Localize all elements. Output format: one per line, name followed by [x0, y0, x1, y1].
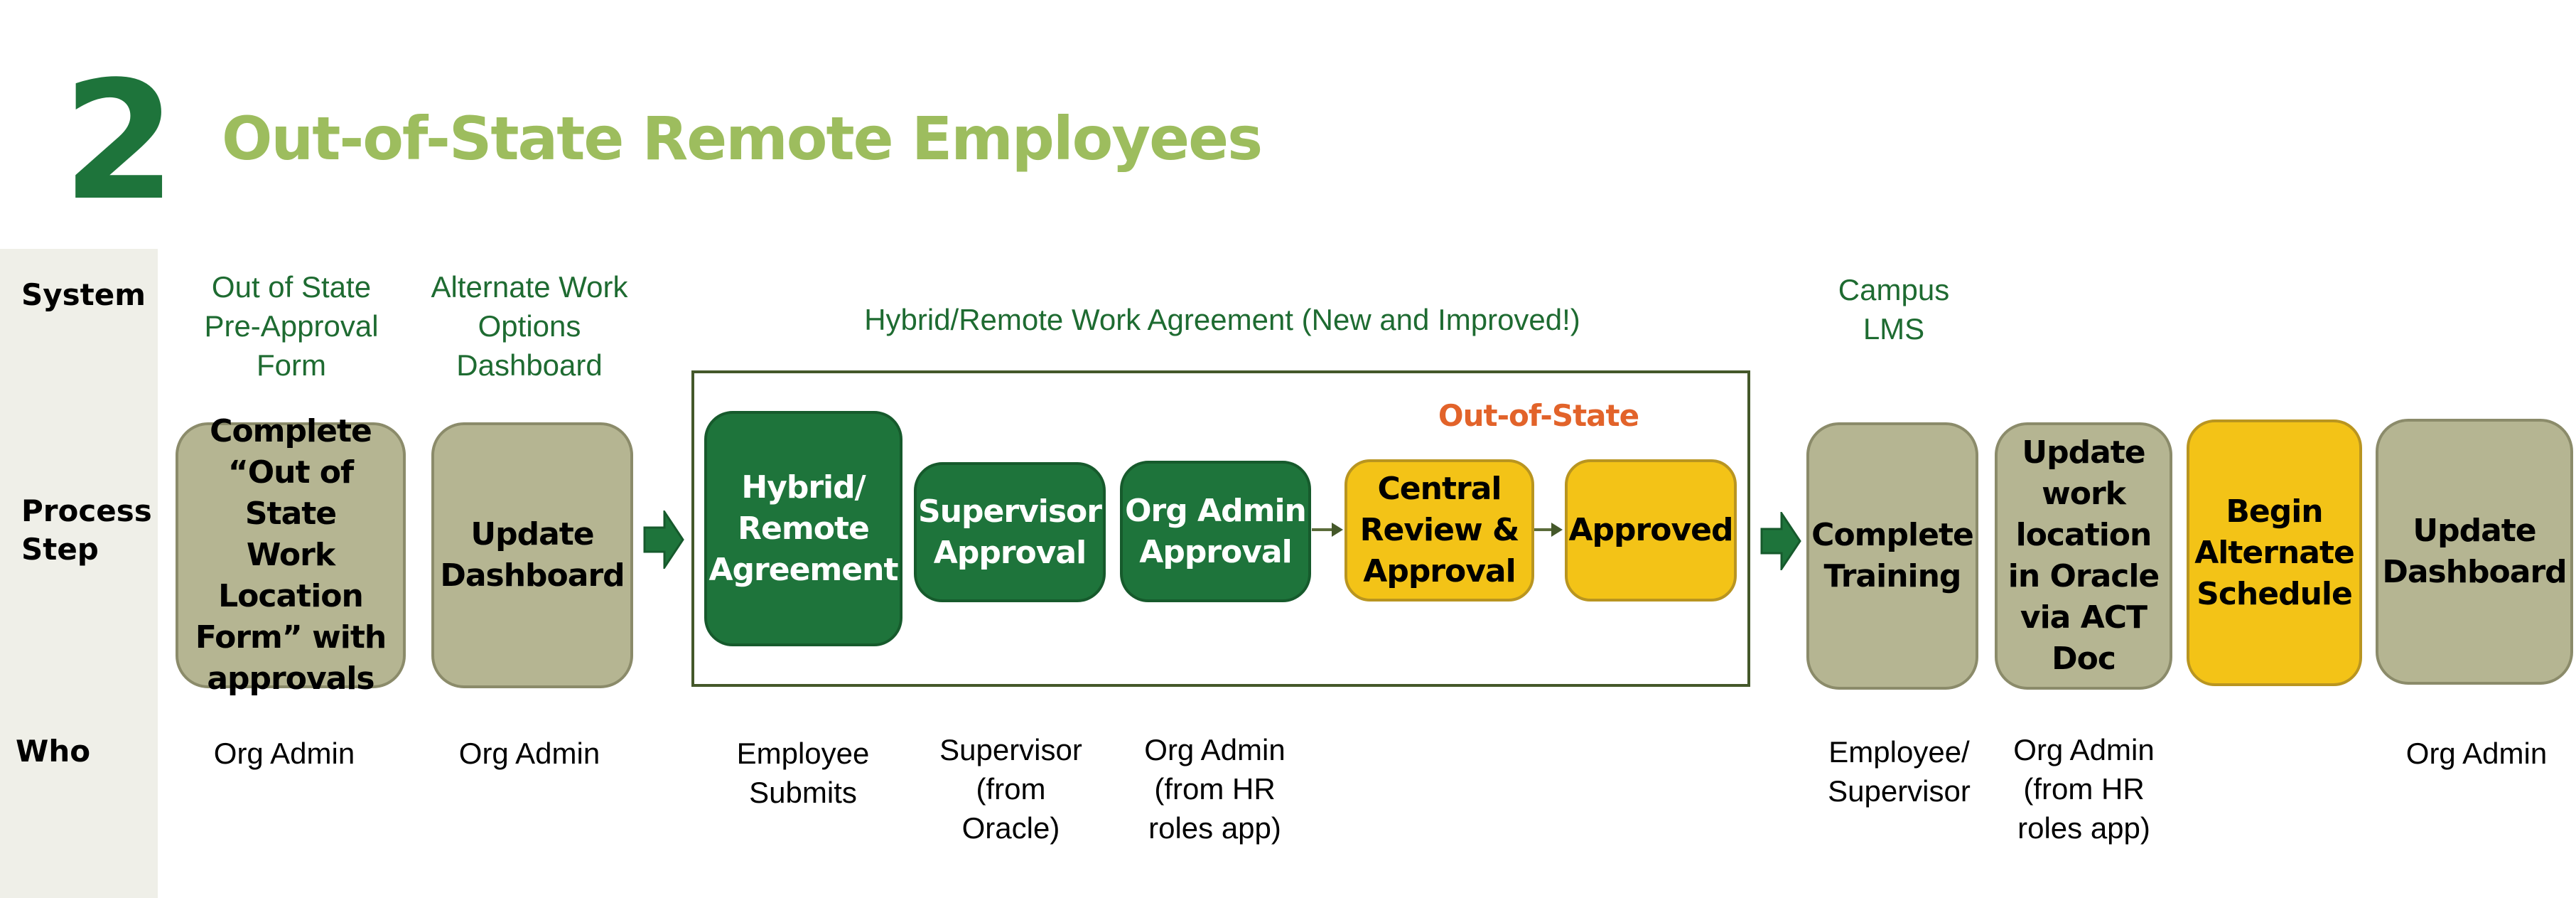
page-title: Out-of-State Remote Employees	[222, 104, 1263, 173]
step-complete-oos-form[interactable]: Complete “Out of State Work Location For…	[176, 413, 406, 697]
who-complete-training: Employee/ Supervisor	[1828, 735, 1971, 808]
who-update-dashboard-2: Org Admin	[2405, 737, 2548, 770]
who-step-2: Org Admin	[458, 737, 600, 770]
who-org-admin-approval: Org Admin (from HR roles app)	[1144, 733, 1286, 845]
step-update-dashboard-2[interactable]: Update Dashboard	[2376, 419, 2573, 685]
row-label-who: Who	[16, 734, 91, 769]
step-approved[interactable]: Approved	[1565, 459, 1737, 602]
who-update-work-location: Org Admin (from HR roles app)	[2013, 733, 2155, 845]
arrow-right-icon	[1534, 523, 1563, 537]
step-central-review-approval[interactable]: Central Review & Approval	[1344, 459, 1534, 602]
row-label-column	[0, 249, 158, 898]
who-supervisor-approval: Supervisor (from Oracle)	[939, 733, 1082, 845]
row-label-process-step: Process Step	[21, 493, 152, 567]
system-awo-dashboard: Alternate Work Options Dashboard	[431, 270, 628, 382]
system-pre-approval-form: Out of State Pre-Approval Form	[204, 270, 379, 382]
out-of-state-label: Out-of-State	[1438, 398, 1639, 433]
system-campus-lms: Campus LMS	[1838, 273, 1950, 346]
flow-arrow-icon	[643, 511, 684, 569]
step-supervisor-approval[interactable]: Supervisor Approval	[914, 462, 1106, 602]
section-number: 2	[63, 47, 176, 237]
row-label-system: System	[21, 277, 146, 312]
step-complete-training[interactable]: Complete Training	[1806, 422, 1978, 690]
system-hybrid-agreement: Hybrid/Remote Work Agreement (New and Im…	[864, 303, 1580, 336]
flow-arrow-icon	[1760, 512, 1801, 570]
who-hybrid-agreement: Employee Submits	[736, 737, 870, 809]
step-update-work-location[interactable]: Update work location in Oracle via ACT D…	[1995, 422, 2172, 690]
step-org-admin-approval[interactable]: Org Admin Approval	[1120, 461, 1311, 602]
arrow-right-icon	[1312, 523, 1343, 537]
step-hybrid-remote-agreement[interactable]: Hybrid/ Remote Agreement	[704, 411, 902, 646]
step-update-dashboard-1[interactable]: Update Dashboard	[431, 422, 633, 688]
step-begin-alternate-schedule[interactable]: Begin Alternate Schedule	[2187, 419, 2362, 686]
who-step-1: Org Admin	[213, 737, 355, 770]
